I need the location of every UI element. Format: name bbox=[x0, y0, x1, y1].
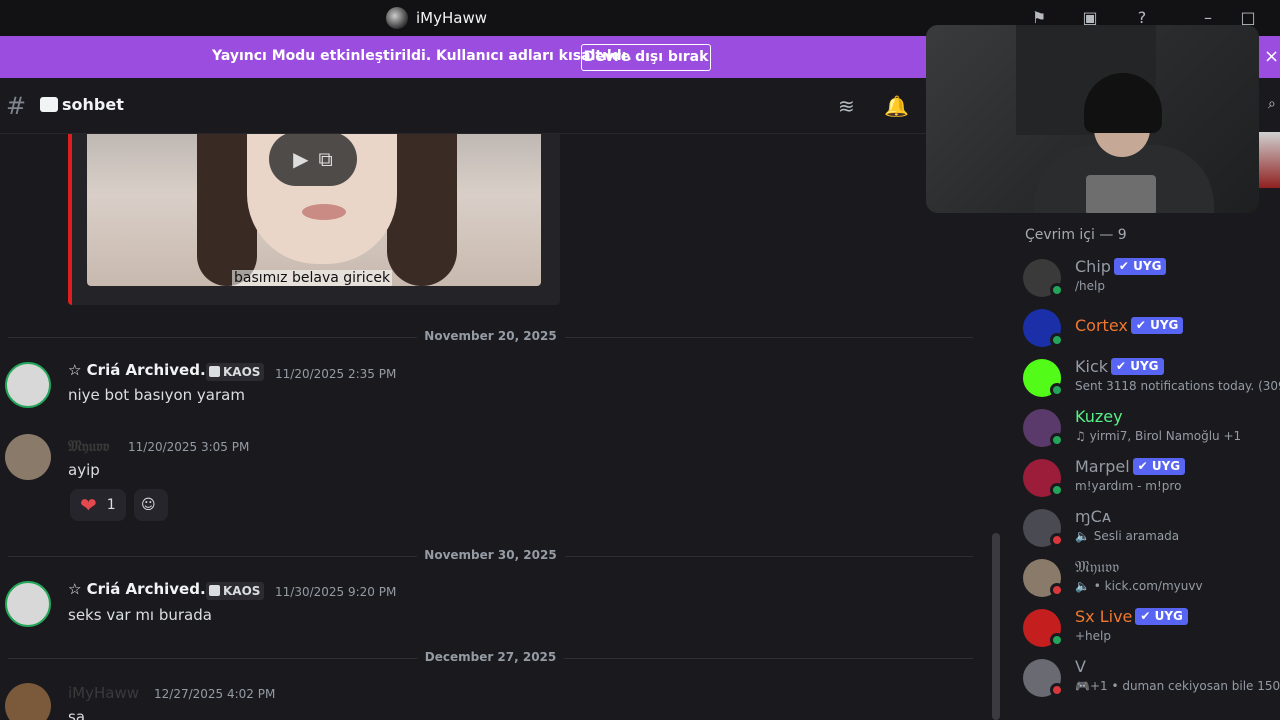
member-item[interactable]: ɱCᴀ 🔈 Sesli aramada bbox=[1023, 505, 1280, 549]
smiley-icon: ☺ bbox=[141, 497, 156, 513]
message-text: niye bot basıyon yaram bbox=[68, 386, 245, 404]
member-name: Sx Live ✔ UYG bbox=[1075, 607, 1188, 626]
member-item[interactable]: V 🎮+1 • duman cekiyosan bile 1500 ... bbox=[1023, 655, 1280, 699]
message-timestamp: 11/20/2025 3:05 PM bbox=[128, 440, 250, 454]
channel-name: sohbet bbox=[40, 95, 124, 114]
status-indicator-icon bbox=[1050, 633, 1064, 647]
avatar[interactable] bbox=[5, 362, 51, 408]
member-name: Kuzey bbox=[1075, 407, 1123, 426]
message-author[interactable]: 𝔐𝔶𝔲𝔳𝔳 bbox=[68, 437, 109, 455]
search-icon[interactable]: ⌕ bbox=[1268, 96, 1276, 112]
server-tag[interactable]: KAOS bbox=[206, 582, 265, 600]
message-text: sa bbox=[68, 708, 86, 720]
open-external-icon: ⧉ bbox=[318, 147, 333, 171]
play-button[interactable]: ▶ ⧉ bbox=[269, 134, 357, 186]
member-item[interactable]: Marpel ✔ UYG m!yardım - m!pro bbox=[1023, 455, 1280, 499]
hash-icon: # bbox=[6, 92, 27, 120]
member-item[interactable]: 𝔐𝔶𝔲𝔳𝔳 🔈 • kick.com/myuvv bbox=[1023, 555, 1280, 599]
member-name: Chip ✔ UYG bbox=[1075, 257, 1167, 276]
member-name: 𝔐𝔶𝔲𝔳𝔳 bbox=[1075, 557, 1120, 576]
app-title: iMyHaww bbox=[386, 7, 487, 29]
channel-name-label: sohbet bbox=[62, 95, 124, 114]
status-indicator-icon bbox=[1050, 533, 1064, 547]
member-activity: 🔈 • kick.com/myuvv bbox=[1075, 579, 1203, 593]
app-badge: ✔ UYG bbox=[1111, 358, 1164, 375]
status-indicator-icon bbox=[1050, 683, 1064, 697]
close-banner-icon[interactable]: × bbox=[1264, 46, 1279, 67]
message-author[interactable]: iMyHaww bbox=[68, 684, 139, 702]
member-item[interactable]: Sx Live ✔ UYG +help bbox=[1023, 605, 1280, 649]
partial-thumbnail bbox=[1259, 132, 1280, 188]
status-indicator-icon bbox=[1050, 433, 1064, 447]
message-author[interactable]: ☆ Criá Archived. bbox=[68, 580, 206, 598]
video-subtitle: basımız belava giricek bbox=[232, 270, 393, 286]
member-activity: +help bbox=[1075, 629, 1111, 643]
app-badge: ✔ UYG bbox=[1113, 258, 1167, 275]
chat-scrollbar[interactable] bbox=[992, 533, 1000, 720]
members-online-header: Çevrim içi — 9 bbox=[1025, 227, 1127, 243]
video-thumbnail[interactable]: basımız belava giricek ▶ ⧉ bbox=[87, 134, 541, 286]
banner-message: Yayıncı Modu etkinleştirildi. Kullanıcı … bbox=[212, 48, 632, 64]
member-name: ɱCᴀ bbox=[1075, 507, 1112, 526]
heart-reaction[interactable]: ❤ 1 bbox=[70, 489, 126, 521]
app-name: iMyHaww bbox=[416, 9, 487, 27]
member-activity: 🎮+1 • duman cekiyosan bile 1500 ... bbox=[1075, 679, 1280, 693]
message-author[interactable]: ☆ Criá Archived. bbox=[68, 361, 206, 379]
date-divider: November 20, 2025 bbox=[8, 329, 973, 343]
member-activity: Sent 3118 notifications today. (309... bbox=[1075, 379, 1280, 393]
disable-streamer-mode-button[interactable]: Devre dışı bırak bbox=[581, 44, 711, 71]
member-name: V bbox=[1075, 657, 1086, 676]
message-text: ayip bbox=[68, 461, 100, 479]
video-embed[interactable]: basımız belava giricek ▶ ⧉ bbox=[68, 134, 560, 305]
chat-messages: basımız belava giricek ▶ ⧉ November 20, … bbox=[0, 134, 1005, 720]
app-logo-icon bbox=[386, 7, 408, 29]
play-icon: ▶ bbox=[293, 147, 309, 171]
member-item[interactable]: Chip ✔ UYG/help bbox=[1023, 255, 1280, 299]
member-activity: 🔈 Sesli aramada bbox=[1075, 529, 1180, 543]
member-activity: /help bbox=[1075, 279, 1105, 293]
status-indicator-icon bbox=[1050, 483, 1064, 497]
message-text: seks var mı burada bbox=[68, 606, 212, 624]
app-badge: ✔ UYG bbox=[1135, 608, 1188, 625]
chat-bubble-icon bbox=[40, 97, 58, 112]
member-item[interactable]: Kick ✔ UYG Sent 3118 notifications today. … bbox=[1023, 355, 1280, 399]
status-indicator-icon bbox=[1050, 283, 1064, 297]
threads-icon[interactable]: ≋ bbox=[838, 94, 855, 118]
heart-icon: ❤ bbox=[80, 493, 97, 517]
member-name: Cortex ✔ UYG bbox=[1075, 316, 1184, 335]
member-activity: ♫ yirmi7, Birol Namoğlu +1 bbox=[1075, 429, 1242, 443]
message-timestamp: 11/30/2025 9:20 PM bbox=[275, 585, 397, 599]
webcam-overlay bbox=[926, 25, 1259, 213]
channel-header: # sohbet ≋ 🔔 bbox=[0, 78, 1005, 134]
member-item[interactable]: Cortex ✔ UYG bbox=[1023, 305, 1280, 349]
notification-bell-icon[interactable]: 🔔 bbox=[884, 94, 909, 118]
add-reaction-button[interactable]: ☺ bbox=[134, 489, 168, 521]
date-divider: December 27, 2025 bbox=[8, 650, 973, 664]
date-divider: November 30, 2025 bbox=[8, 548, 973, 562]
member-name: Kick ✔ UYG bbox=[1075, 357, 1164, 376]
avatar[interactable] bbox=[5, 683, 51, 720]
member-list: Çevrim içi — 9 Chip ✔ UYG/help Cortex ✔ UYG… bbox=[1005, 213, 1280, 720]
status-indicator-icon bbox=[1050, 383, 1064, 397]
member-name: Marpel ✔ UYG bbox=[1075, 457, 1186, 476]
member-activity: m!yardım - m!pro bbox=[1075, 479, 1182, 493]
status-indicator-icon bbox=[1050, 583, 1064, 597]
avatar[interactable] bbox=[5, 581, 51, 627]
reaction-count: 1 bbox=[106, 497, 116, 513]
status-indicator-icon bbox=[1050, 333, 1064, 347]
message-timestamp: 11/20/2025 2:35 PM bbox=[275, 367, 397, 381]
message-timestamp: 12/27/2025 4:02 PM bbox=[154, 687, 276, 701]
server-tag[interactable]: KAOS bbox=[206, 363, 265, 381]
avatar[interactable] bbox=[5, 434, 51, 480]
member-item[interactable]: Kuzey ♫ yirmi7, Birol Namoğlu +1 bbox=[1023, 405, 1280, 449]
app-badge: ✔ UYG bbox=[1130, 317, 1184, 334]
app-badge: ✔ UYG bbox=[1132, 458, 1186, 475]
